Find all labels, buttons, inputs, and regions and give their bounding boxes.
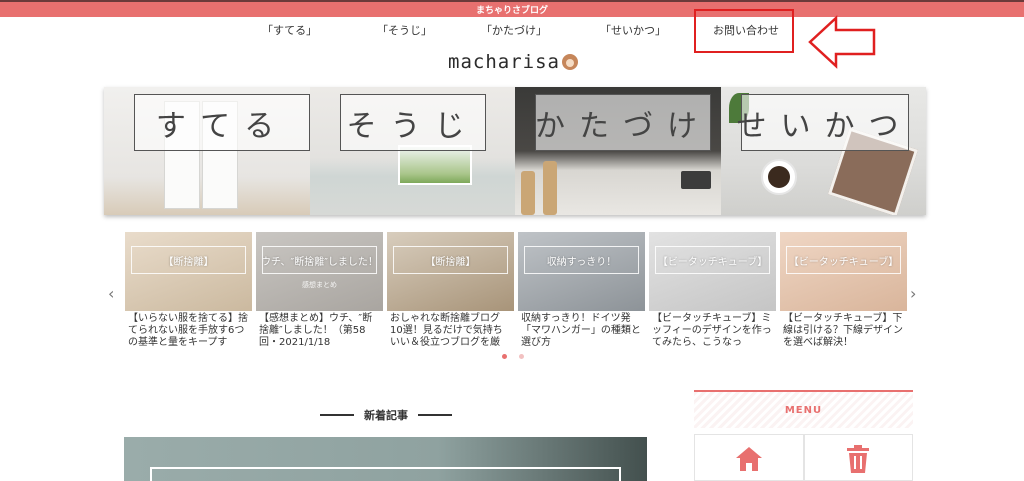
jar-image [521, 171, 535, 215]
site-tagline: まちゃりさブログ [475, 6, 548, 16]
hero-label-souji: そうじ [339, 94, 486, 151]
section-heading-text: 新着記事 [364, 409, 408, 422]
card-thumb-tag: 収納すっきり！ [524, 246, 639, 274]
card-thumbnail: 「ウチ、″断捨離″しました！」 感想まとめ [256, 232, 383, 311]
hero-panel-souji[interactable]: そうじ [309, 87, 515, 215]
hero-label-katazuke: かたづけ [535, 94, 711, 151]
card-title: おしゃれな断捨離ブログ10選！見るだけで気持ちいい＆役立つブログを厳 [387, 311, 514, 348]
card-thumb-subtitle: 感想まとめ [302, 281, 337, 289]
carousel-card[interactable]: 「ウチ、″断捨離″しました！」 感想まとめ 【感想まとめ】ウチ、″断捨離″しまし… [256, 232, 383, 348]
card-thumbnail: 収納すっきり！ [518, 232, 645, 311]
carousel-card[interactable]: 【断捨離】 【いらない服を捨てる】捨てられない服を手放す6つの基準と量をキープす [125, 232, 252, 348]
sidebar-menu-header: MENU [694, 390, 913, 428]
card-title: 【ビータッチキューブ】下線は引ける？下線デザインを選べば解決！ [780, 311, 907, 348]
site-logo-text: macharisa [448, 51, 560, 73]
heading-divider [418, 414, 452, 416]
card-thumbnail: 【ビータッチキューブ】 [780, 232, 907, 311]
heading-divider [320, 414, 354, 416]
featured-post-thumbnail[interactable] [124, 437, 647, 481]
card-thumb-tag: 【ビータッチキューブ】 [786, 246, 901, 274]
thumbnail-frame [150, 467, 621, 481]
sidebar-menu-title: MENU [784, 404, 823, 416]
trash-icon [847, 445, 870, 473]
hero-label-seikatsu: せいかつ [737, 94, 909, 151]
logo-avatar-icon [561, 54, 578, 70]
hero-panel-katazuke[interactable]: かたづけ [515, 87, 721, 215]
nav-item-souji[interactable]: 「そうじ」 [377, 22, 432, 38]
hero-panel-suteru[interactable]: すてる [104, 87, 310, 215]
sidebar-menu-tiles [694, 434, 913, 481]
nav-item-suteru[interactable]: 「すてる」 [262, 22, 317, 38]
card-thumbnail: 【断捨離】 [387, 232, 514, 311]
card-title: 【いらない服を捨てる】捨てられない服を手放す6つの基準と量をキープす [125, 311, 252, 348]
card-thumbnail: 【ビータッチキューブ】 [649, 232, 776, 311]
carousel-dot[interactable] [519, 354, 524, 359]
window-image [397, 145, 472, 185]
card-thumb-tag: 【断捨離】 [131, 246, 246, 274]
card-thumb-tag: 【断捨離】 [393, 246, 508, 274]
card-thumbnail: 【断捨離】 [125, 232, 252, 311]
nav-item-katazuke[interactable]: 「かたづけ」 [481, 22, 547, 38]
category-banner: すてる そうじ かたづけ せいかつ [104, 87, 926, 215]
carousel-card[interactable]: 【ビータッチキューブ】 【ビータッチキューブ】下線は引ける？下線デザインを選べば… [780, 232, 907, 348]
menu-tile-home[interactable] [694, 434, 804, 481]
carousel-card[interactable]: 収納すっきり！ 収納すっきり！ドイツ発「マワハンガー」の種類と選び方 [518, 232, 645, 348]
carousel-card[interactable]: 【断捨離】 おしゃれな断捨離ブログ10選！見るだけで気持ちいい＆役立つブログを厳 [387, 232, 514, 348]
jar-image [543, 161, 557, 215]
card-thumb-tag: 【ビータッチキューブ】 [655, 246, 770, 274]
carousel-card[interactable]: 【ビータッチキューブ】 【ビータッチキューブ】ミッフィーのデザインを作ってみたら… [649, 232, 776, 348]
post-carousel: ‹ 【断捨離】 【いらない服を捨てる】捨てられない服を手放す6つの基準と量をキー… [104, 232, 926, 348]
carousel-dot[interactable] [502, 354, 507, 359]
card-title: 収納すっきり！ドイツ発「マワハンガー」の種類と選び方 [518, 311, 645, 348]
hero-label-suteru: すてる [134, 94, 310, 151]
site-logo[interactable]: macharisa [448, 50, 588, 74]
pointer-arrow-icon [808, 15, 876, 69]
chevron-left-icon[interactable]: ‹ [108, 284, 114, 303]
card-title: 【ビータッチキューブ】ミッフィーのデザインを作ってみたら、こうなっ [649, 311, 776, 348]
coffee-cup-image [760, 159, 797, 195]
section-heading: 新着記事 [312, 408, 460, 422]
hero-panel-seikatsu[interactable]: せいかつ [720, 87, 926, 215]
home-icon [735, 447, 762, 471]
carousel-pagination [502, 354, 524, 359]
menu-tile-trash[interactable] [803, 434, 913, 481]
contact-highlight-box [694, 9, 794, 53]
nav-item-seikatsu[interactable]: 「せいかつ」 [600, 22, 666, 38]
card-thumb-tag: 「ウチ、″断捨離″しました！」 [262, 246, 377, 274]
camera-image [681, 171, 711, 189]
card-title: 【感想まとめ】ウチ、″断捨離″しました！（第58回・2021/1/18 [256, 311, 383, 348]
chevron-right-icon[interactable]: › [910, 284, 916, 303]
